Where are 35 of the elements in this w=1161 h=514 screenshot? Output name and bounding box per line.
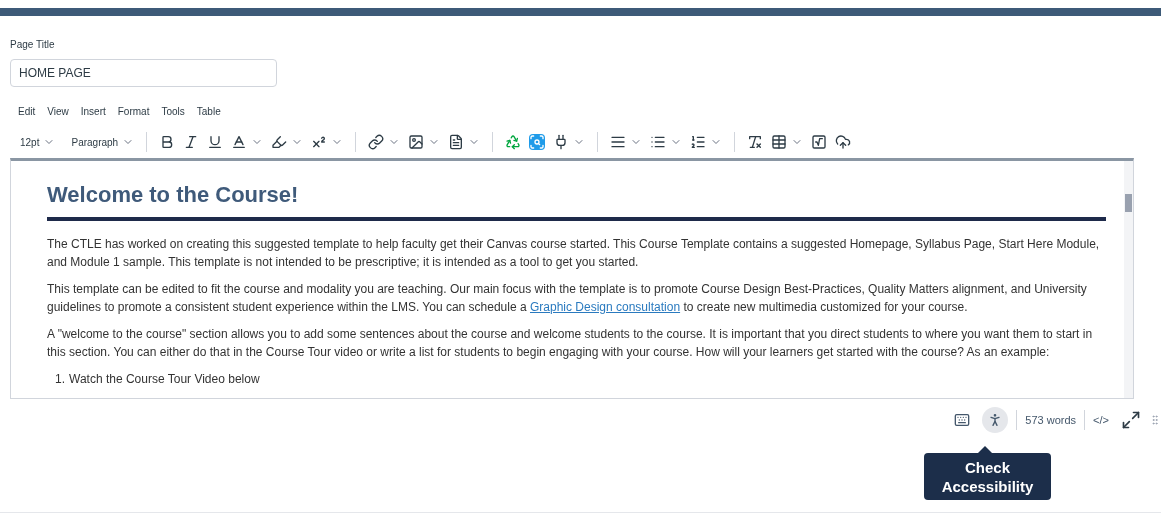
resize-handle-icon[interactable] [1149,412,1161,428]
paragraph: The CTLE has worked on creating this suggested template to help faculty get their Canvas course started. This Course Template contains a suggested Homepage, Syllabus Page, Start Here Module, and Module 1 sample. This template is not intended to be prescriptive; it is intended as a tool to get you started. [47,236,1101,271]
consultation-link[interactable]: Graphic Design consultation [530,300,681,314]
paragraph: This template can be edited to fit the course and modality you are teaching. Our main focus with the template is to promote Course Design Best-Practices, Quality Matters alignment, and University guidelines to promote a consistent student experience within the LMS. You can schedule a Graphic Design consultation to create new multimedia customized for your course. [47,281,1088,316]
paragraph: A "welcome to the course" section allows you to add some sentences about the course and welcome students to the course. It is important that you direct students to where you want them to start in this section. You can either do that in the Course Tour video or write a list for students to begin engaging with your course. How will your learners get started with the course? As an example: [47,326,1094,361]
numbered-list-icon [690,134,707,150]
keyboard-icon[interactable] [954,412,971,428]
accessibility-button[interactable] [982,407,1009,433]
fullscreen-icon[interactable] [1121,410,1141,430]
bullet-list-icon [650,134,667,150]
superscript-icon [311,134,328,150]
highlighter-icon [271,134,288,150]
document-icon [448,134,465,150]
field-label: Page Title [10,39,56,51]
font-size-dropdown[interactable]: 12pt [16,134,60,150]
list-item: Watch the Course Tour Video below [69,371,260,388]
link-icon [368,134,385,150]
menu-item[interactable]: Edit [18,104,36,119]
menu-item[interactable]: Format [117,104,150,119]
menu-item[interactable]: View [47,104,69,119]
align-icon [610,134,627,150]
list-number: 1. [55,371,65,388]
html-editor-toggle[interactable]: </> [1093,411,1109,429]
content-heading: Welcome to the Course! [47,181,300,209]
word-count[interactable]: 573 words [1025,411,1077,429]
menu-item[interactable]: Insert [80,104,106,119]
editor-area[interactable] [10,158,1134,399]
block-format-dropdown[interactable]: Paragraph [67,134,139,150]
text-color-icon [231,134,248,150]
menu-item[interactable]: Tools [161,104,185,119]
title-field[interactable]: HOME PAGE [10,59,277,87]
tooltip-arrow [977,446,993,454]
image-icon [408,134,425,150]
table-icon [771,134,788,150]
menu-item[interactable]: Table [196,104,221,119]
